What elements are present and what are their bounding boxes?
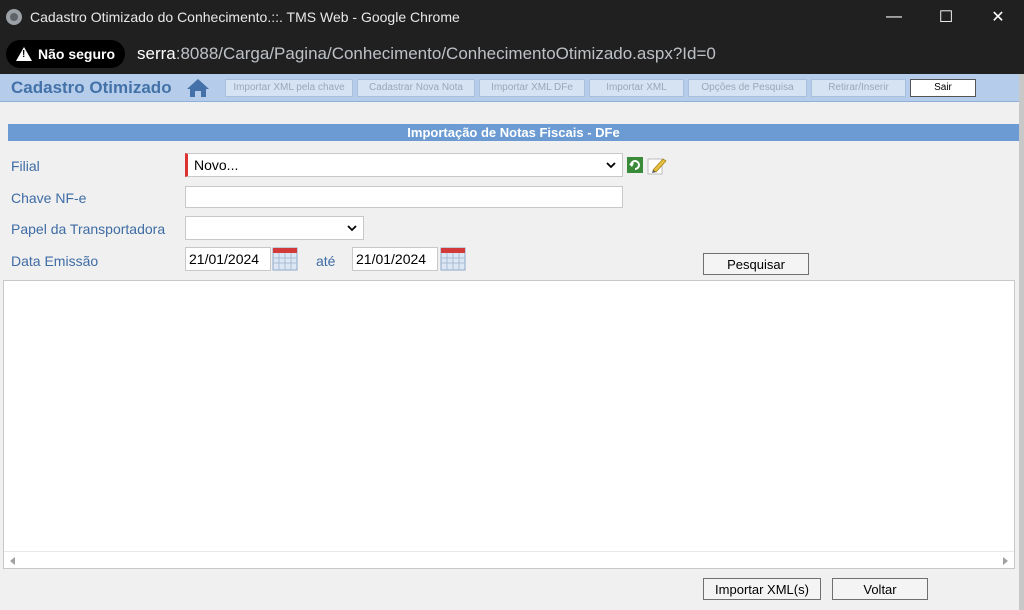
chrome-icon	[6, 9, 22, 25]
url-host: serra	[137, 44, 176, 63]
chevron-down-icon	[347, 225, 357, 232]
close-button[interactable]: ✕	[972, 0, 1024, 34]
edit-icon[interactable]	[647, 156, 667, 175]
refresh-icon[interactable]	[627, 157, 643, 173]
back-button[interactable]: Voltar	[832, 578, 928, 600]
chave-nfe-input[interactable]	[185, 186, 623, 208]
filial-label: Filial	[11, 158, 40, 174]
scroll-left-icon[interactable]	[10, 557, 15, 565]
search-button[interactable]: Pesquisar	[703, 253, 809, 275]
import-xml-button[interactable]: Importar XML	[589, 78, 684, 97]
filial-value: Novo...	[194, 157, 239, 173]
window-title: Cadastro Otimizado do Conhecimento.::. T…	[30, 9, 460, 25]
url-path: :8088/Carga/Pagina/Conhecimento/Conhecim…	[175, 44, 716, 63]
maximize-button[interactable]: ☐	[920, 0, 972, 34]
exit-button[interactable]: Sair	[910, 78, 976, 97]
url-field[interactable]: serra:8088/Carga/Pagina/Conhecimento/Con…	[137, 44, 716, 64]
window-titlebar: Cadastro Otimizado do Conhecimento.::. T…	[0, 0, 1024, 34]
chave-label: Chave NF-e	[11, 190, 87, 206]
papel-label: Papel da Transportadora	[11, 221, 166, 237]
remove-insert-button[interactable]: Retirar/Inserir	[811, 78, 906, 97]
calendar-icon[interactable]	[272, 247, 298, 271]
app-toolbar: Cadastro Otimizado Importar XML pela cha…	[0, 74, 1024, 102]
ate-label: até	[316, 253, 336, 269]
import-xml-dfe-button[interactable]: Importar XML DFe	[479, 78, 585, 97]
window-edge	[1019, 74, 1024, 610]
app-title: Cadastro Otimizado	[11, 77, 172, 97]
date-end-input[interactable]: 21/01/2024	[352, 247, 438, 271]
search-options-button[interactable]: Opções de Pesquisa	[688, 78, 807, 97]
security-chip[interactable]: Não seguro	[6, 40, 126, 68]
papel-select[interactable]	[185, 216, 364, 240]
section-title: Importação de Notas Fiscais - DFe	[8, 124, 1019, 141]
import-xmls-button[interactable]: Importar XML(s)	[703, 578, 821, 600]
warning-icon	[16, 47, 32, 61]
security-label: Não seguro	[38, 46, 116, 62]
home-icon[interactable]	[185, 77, 211, 99]
results-grid[interactable]	[3, 280, 1015, 569]
minimize-button[interactable]: —	[868, 0, 920, 34]
calendar-icon[interactable]	[440, 247, 466, 271]
filial-select[interactable]: Novo...	[185, 153, 623, 177]
register-new-note-button[interactable]: Cadastrar Nova Nota	[357, 78, 475, 97]
data-emissao-label: Data Emissão	[11, 253, 99, 269]
address-bar: Não seguro serra:8088/Carga/Pagina/Conhe…	[0, 34, 1024, 74]
date-start-input[interactable]: 21/01/2024	[185, 247, 271, 271]
chevron-down-icon	[606, 162, 616, 169]
horizontal-scrollbar[interactable]	[4, 551, 1014, 568]
import-xml-by-key-button[interactable]: Importar XML pela chave	[225, 78, 353, 97]
scroll-right-icon[interactable]	[1003, 557, 1008, 565]
